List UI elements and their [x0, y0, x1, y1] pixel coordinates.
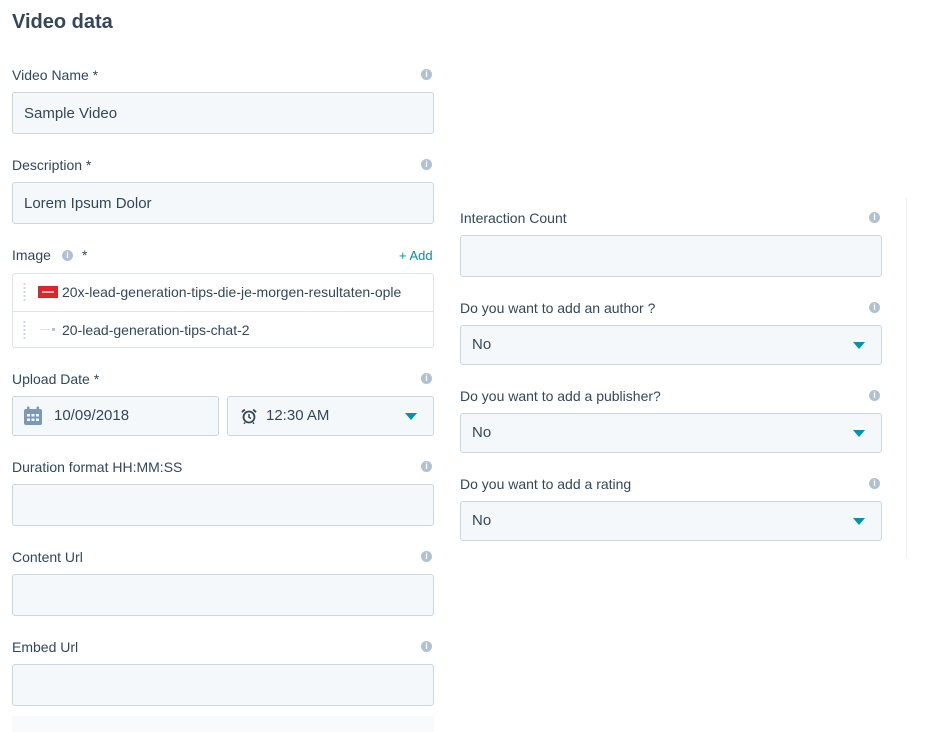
upload-date-label: Upload Date * — [12, 371, 100, 387]
add-publisher-label: Do you want to add a publisher? — [460, 388, 661, 404]
info-icon[interactable]: i — [869, 302, 880, 313]
image-filename: 20x-lead-generation-tips-die-je-morgen-r… — [62, 284, 402, 300]
required-marker: * — [82, 247, 88, 263]
info-icon[interactable]: i — [421, 551, 432, 562]
image-thumbnail — [38, 325, 58, 335]
column-divider — [906, 198, 907, 558]
caret-down-icon — [853, 342, 865, 349]
image-label: Image — [12, 247, 51, 263]
add-author-label: Do you want to add an author ? — [460, 300, 656, 316]
embed-url-label: Embed Url — [12, 639, 79, 655]
caret-down-icon — [405, 413, 417, 420]
drag-handle-icon[interactable] — [23, 320, 26, 340]
content-url-input[interactable] — [12, 574, 434, 616]
add-image-link[interactable]: + Add — [399, 248, 433, 263]
upload-date-input[interactable]: 10/09/2018 — [12, 396, 219, 436]
image-filename: 20-lead-generation-tips-chat-2 — [62, 322, 250, 338]
add-rating-select[interactable]: No — [460, 501, 882, 541]
embed-url-input[interactable] — [12, 664, 434, 706]
info-icon[interactable]: i — [421, 69, 432, 80]
caret-down-icon — [853, 430, 865, 437]
description-input[interactable] — [12, 182, 434, 224]
drag-handle-icon[interactable] — [23, 282, 26, 302]
info-icon[interactable]: i — [421, 373, 432, 384]
info-icon[interactable]: i — [869, 212, 880, 223]
next-field-partial — [12, 716, 434, 732]
image-list: 20x-lead-generation-tips-die-je-morgen-r… — [12, 273, 434, 348]
add-rating-label: Do you want to add a rating — [460, 476, 632, 492]
add-rating-selected-value: No — [472, 512, 492, 529]
add-author-selected-value: No — [472, 336, 492, 353]
interaction-count-label: Interaction Count — [460, 210, 567, 226]
content-url-label: Content Url — [12, 549, 83, 565]
upload-time-value: 12:30 AM — [266, 407, 330, 424]
video-name-label: Video Name * — [12, 67, 99, 83]
upload-time-select[interactable]: 12:30 AM — [227, 396, 434, 436]
image-list-item[interactable]: 20-lead-generation-tips-chat-2 — [13, 311, 433, 348]
add-publisher-selected-value: No — [472, 424, 492, 441]
description-label: Description * — [12, 157, 92, 173]
duration-input[interactable] — [12, 484, 434, 526]
info-icon[interactable]: i — [62, 250, 73, 261]
info-icon[interactable]: i — [869, 478, 880, 489]
info-icon[interactable]: i — [421, 641, 432, 652]
caret-down-icon — [853, 518, 865, 525]
info-icon[interactable]: i — [421, 159, 432, 170]
interaction-count-input[interactable] — [460, 235, 882, 277]
upload-date-value: 10/09/2018 — [54, 407, 130, 424]
duration-label: Duration format HH:MM:SS — [12, 459, 183, 475]
info-icon[interactable]: i — [869, 390, 880, 401]
image-thumbnail — [38, 286, 58, 298]
video-name-input[interactable] — [12, 92, 434, 134]
image-list-item[interactable]: 20x-lead-generation-tips-die-je-morgen-r… — [13, 274, 433, 310]
alarm-clock-icon — [241, 408, 257, 424]
info-icon[interactable]: i — [421, 461, 432, 472]
calendar-icon — [24, 406, 42, 425]
add-publisher-select[interactable]: No — [460, 413, 882, 453]
section-title: Video data — [12, 11, 113, 33]
add-author-select[interactable]: No — [460, 325, 882, 365]
